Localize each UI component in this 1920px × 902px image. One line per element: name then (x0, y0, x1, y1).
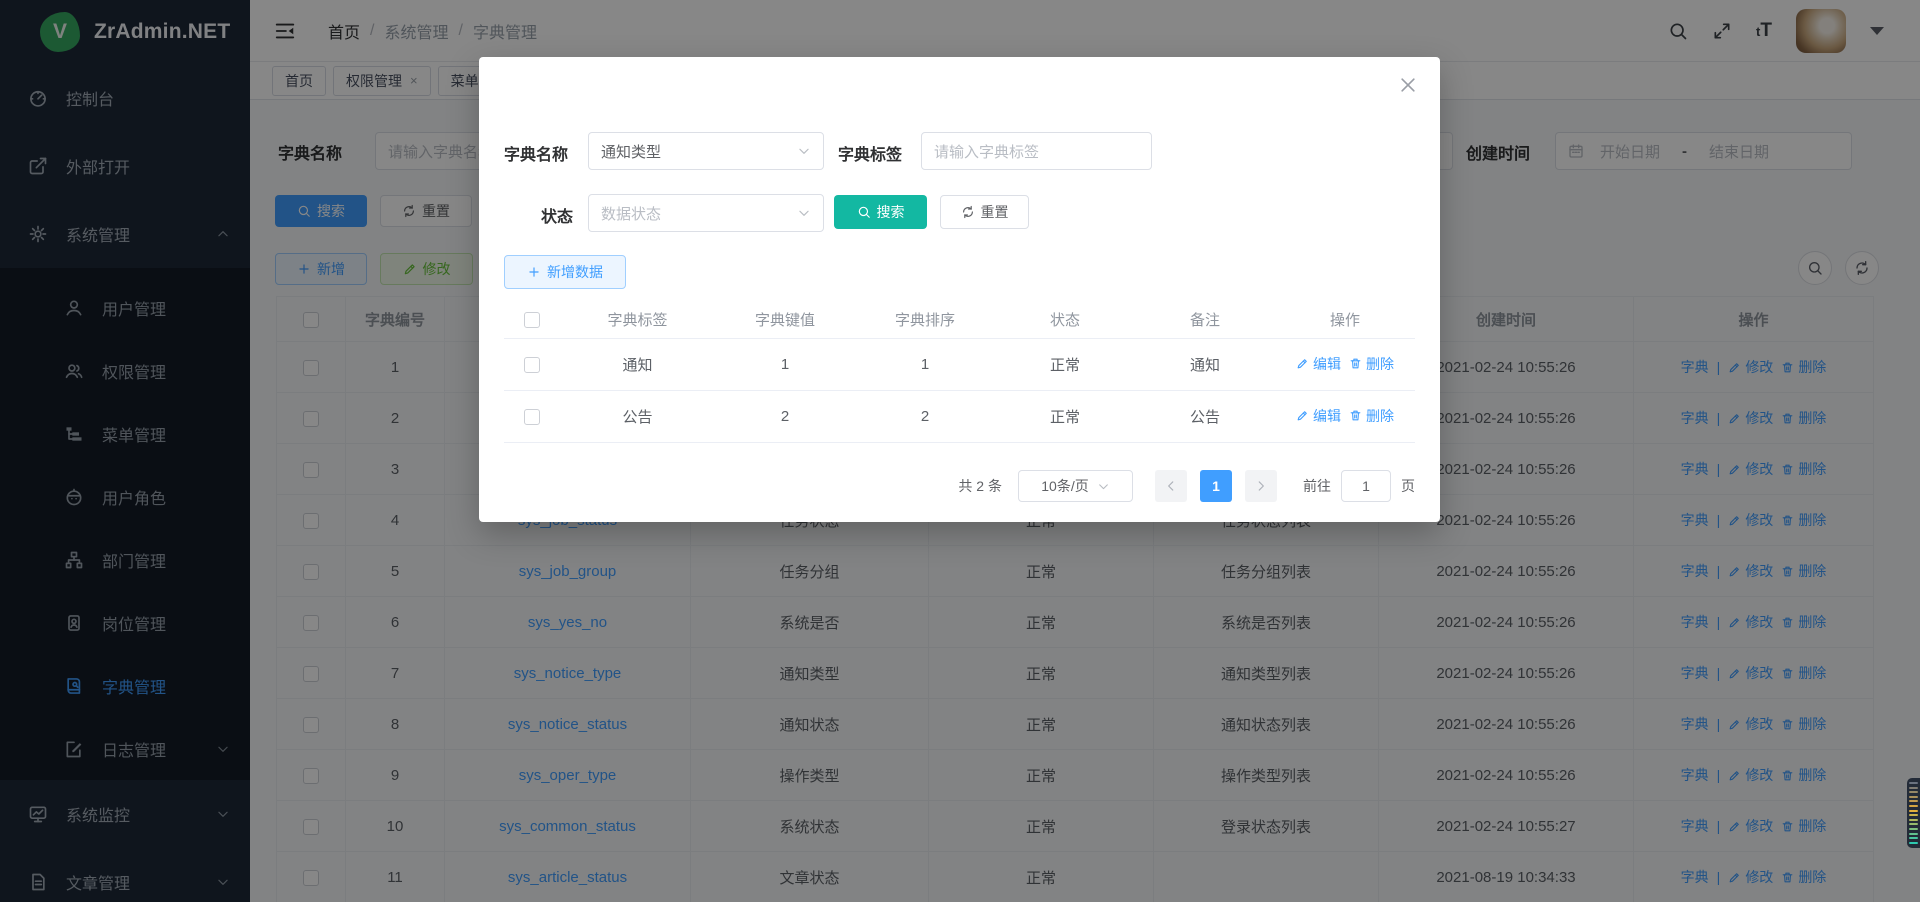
modal-header-select-all (504, 301, 560, 338)
goto-unit: 页 (1401, 476, 1415, 496)
select-all-checkbox[interactable] (524, 312, 540, 328)
scroll-indicator-stripe (1909, 833, 1918, 835)
modal-cell: 公告 (560, 390, 715, 442)
page-size-value: 10条/页 (1041, 476, 1088, 496)
scroll-indicator-stripe (1909, 787, 1918, 789)
close-icon[interactable] (1398, 75, 1418, 95)
delete-link[interactable]: 删除 (1349, 406, 1394, 426)
modal-header-字典标签: 字典标签 (560, 301, 715, 338)
scroll-indicator-stripe (1909, 805, 1918, 807)
goto-label: 前往 (1303, 476, 1331, 496)
scroll-indicator-stripe (1909, 796, 1918, 798)
modal-table-row: 通知11正常通知 编辑 删除 (504, 338, 1415, 390)
chevron-left-icon (1164, 479, 1178, 493)
modal-cell: 正常 (995, 338, 1135, 390)
modal-search-button-label: 搜索 (877, 202, 905, 222)
refresh-icon (961, 205, 975, 219)
modal-dict-name-value: 通知类型 (601, 141, 797, 162)
modal-cell: 公告 (1135, 390, 1275, 442)
scroll-indicator-stripe (1909, 810, 1918, 812)
modal-dict-label-label: 字典标签 (838, 141, 902, 165)
modal-add-data-button[interactable]: 新增数据 (504, 255, 626, 289)
modal-status-label: 状态 (533, 203, 573, 227)
scroll-indicator-stripe (1909, 800, 1918, 802)
row-checkbox[interactable] (524, 357, 540, 373)
pencil-icon (1296, 357, 1309, 370)
modal-header-操作: 操作 (1275, 301, 1415, 338)
modal-table-container: 字典标签字典键值字典排序状态备注操作 通知11正常通知 编辑 删除 公告22正常… (504, 301, 1415, 443)
pagination: 共 2 条 10条/页 1 前往 1 页 (958, 470, 1415, 502)
modal-status-placeholder: 数据状态 (601, 203, 797, 224)
dict-data-dialog: 字典名称 通知类型 字典标签 请输入字典标签 状态 数据状态 搜索 重置 新增数… (479, 57, 1440, 522)
search-icon (857, 205, 871, 219)
page-number-button[interactable]: 1 (1200, 470, 1232, 502)
modal-reset-button-label: 重置 (981, 202, 1009, 222)
modal-add-data-label: 新增数据 (547, 262, 603, 282)
trash-icon (1349, 357, 1362, 370)
modal-cell: 2 (715, 390, 855, 442)
edit-link[interactable]: 编辑 (1296, 354, 1341, 374)
modal-row-actions: 编辑 删除 (1296, 406, 1394, 426)
trash-icon (1349, 409, 1362, 422)
pencil-icon (1296, 409, 1309, 422)
scroll-indicator-stripe (1909, 814, 1918, 816)
chevron-down-icon (797, 206, 811, 220)
chevron-down-icon (1097, 480, 1110, 493)
next-page-button[interactable] (1245, 470, 1277, 502)
modal-dict-label-input[interactable]: 请输入字典标签 (921, 132, 1152, 170)
modal-dict-name-select[interactable]: 通知类型 (588, 132, 824, 170)
row-checkbox[interactable] (524, 409, 540, 425)
delete-link[interactable]: 删除 (1349, 354, 1394, 374)
modal-header-字典键值: 字典键值 (715, 301, 855, 338)
modal-row-actions: 编辑 删除 (1296, 354, 1394, 374)
scroll-indicator-stripe (1909, 837, 1918, 839)
chevron-right-icon (1254, 479, 1268, 493)
scroll-indicator-stripe (1909, 782, 1918, 784)
modal-header-字典排序: 字典排序 (855, 301, 995, 338)
scroll-indicator[interactable] (1907, 778, 1920, 848)
plus-icon (527, 265, 541, 279)
chevron-down-icon (797, 144, 811, 158)
scroll-indicator-stripe (1909, 819, 1918, 821)
modal-cell: 通知 (560, 338, 715, 390)
modal-cell: 通知 (1135, 338, 1275, 390)
edit-link[interactable]: 编辑 (1296, 406, 1341, 426)
modal-table-row: 公告22正常公告 编辑 删除 (504, 390, 1415, 442)
modal-header-备注: 备注 (1135, 301, 1275, 338)
modal-status-select[interactable]: 数据状态 (588, 194, 824, 232)
modal-header-状态: 状态 (995, 301, 1135, 338)
pagination-total: 共 2 条 (958, 476, 1002, 496)
modal-cell: 1 (855, 338, 995, 390)
scroll-indicator-stripe (1909, 842, 1918, 844)
application-window: V ZrAdmin.NET 控制台 外部打开 系统管理 用户管理 权限管理 菜单… (0, 0, 1920, 902)
modal-cell: 2 (855, 390, 995, 442)
scroll-indicator-stripe (1909, 823, 1918, 825)
modal-reset-button[interactable]: 重置 (940, 195, 1029, 229)
goto-page-input[interactable]: 1 (1341, 470, 1391, 502)
modal-dict-label-placeholder: 请输入字典标签 (934, 141, 1039, 162)
scroll-indicator-stripe (1909, 791, 1918, 793)
modal-search-button[interactable]: 搜索 (834, 195, 927, 229)
modal-dict-name-label: 字典名称 (504, 141, 568, 165)
prev-page-button[interactable] (1155, 470, 1187, 502)
modal-dict-data-table: 字典标签字典键值字典排序状态备注操作 通知11正常通知 编辑 删除 公告22正常… (504, 301, 1415, 443)
page-size-select[interactable]: 10条/页 (1018, 470, 1133, 502)
modal-cell: 正常 (995, 390, 1135, 442)
modal-cell: 1 (715, 338, 855, 390)
scroll-indicator-stripe (1909, 828, 1918, 830)
